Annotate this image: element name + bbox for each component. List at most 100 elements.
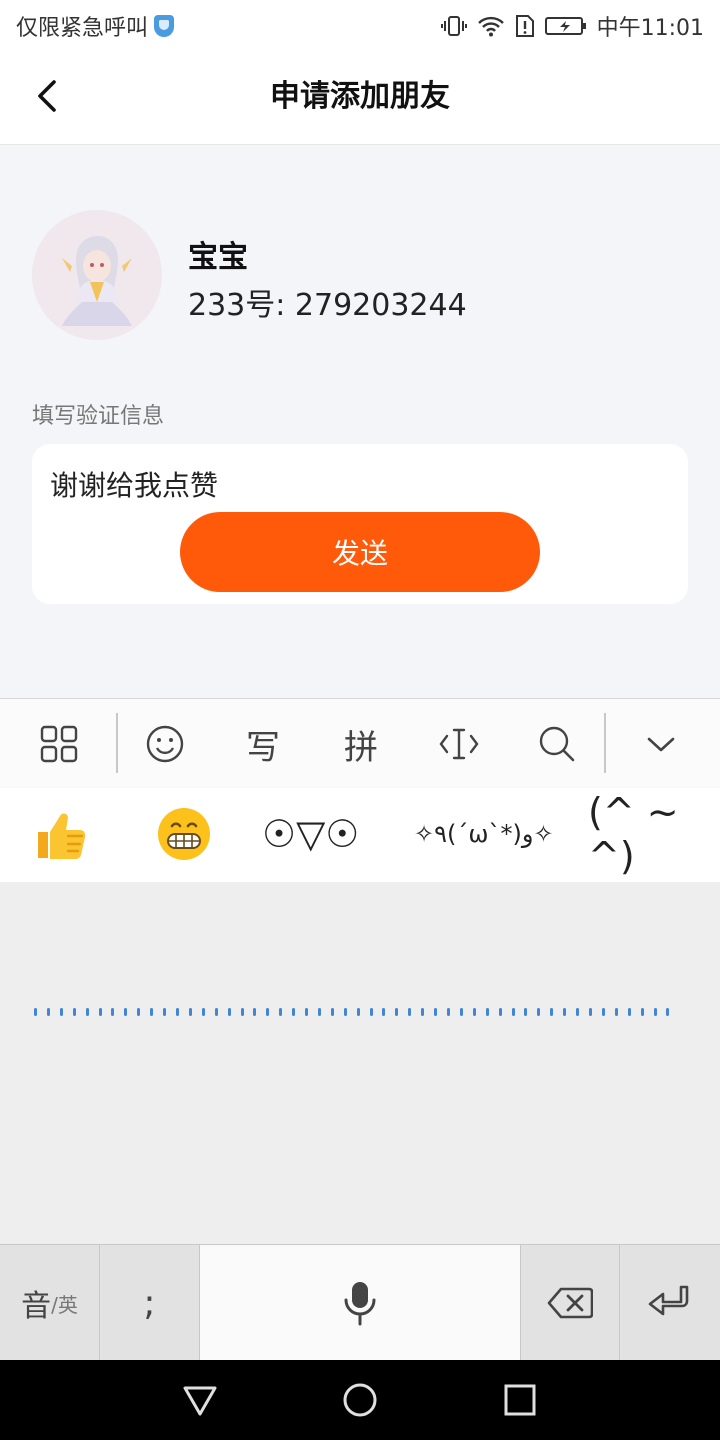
lang-main-label: 音 <box>21 1289 52 1324</box>
guide-dot <box>511 1008 515 1016</box>
guide-dot <box>614 1008 618 1016</box>
friend-account-id: 233号: 279203244 <box>188 288 467 323</box>
suggestion-grin-emoji[interactable] <box>156 806 212 862</box>
guide-dot <box>292 1008 296 1016</box>
emoji-button[interactable] <box>140 719 190 769</box>
guide-dot <box>188 1008 192 1016</box>
send-button[interactable]: 发送 <box>180 512 540 592</box>
guide-dot <box>524 1008 528 1016</box>
guide-dot <box>369 1008 373 1016</box>
guide-dot <box>46 1008 50 1016</box>
avatar[interactable] <box>32 210 162 340</box>
voice-input-key[interactable] <box>200 1245 521 1361</box>
guide-dot <box>343 1008 347 1016</box>
guide-dot <box>666 1008 670 1016</box>
guide-dot <box>356 1008 360 1016</box>
handwriting-area[interactable] <box>0 882 720 1244</box>
status-left: 仅限紧急呼叫 <box>16 10 175 42</box>
backspace-key[interactable] <box>520 1245 620 1361</box>
guide-dot <box>124 1008 128 1016</box>
wifi-icon <box>477 16 504 37</box>
guide-dot <box>150 1008 154 1016</box>
guide-dot <box>163 1008 167 1016</box>
nav-home-button[interactable] <box>342 1382 378 1418</box>
triangle-back-icon <box>183 1386 217 1416</box>
handwriting-button[interactable]: 写 <box>238 719 288 769</box>
search-button[interactable] <box>532 719 582 769</box>
hide-keyboard-button[interactable] <box>636 719 686 769</box>
suggestion-kaomoji-3[interactable]: (^ ~ ^) <box>588 790 720 878</box>
guide-dot <box>447 1008 450 1016</box>
circle-home-icon <box>343 1383 377 1417</box>
suggestion-kaomoji-2[interactable]: ✧٩(ˊωˋ*)و✧ <box>414 806 554 862</box>
verify-label: 填写验证信息 <box>32 404 165 429</box>
guide-dot <box>537 1008 541 1016</box>
keyboard-bottom-row: 音/英 ; <box>0 1244 720 1361</box>
system-nav-bar <box>0 1360 720 1440</box>
guide-dot <box>653 1008 657 1016</box>
guide-dot <box>601 1008 605 1016</box>
guide-dot <box>576 1008 580 1016</box>
keyboard-toolbar: 写 拼 <box>0 698 720 790</box>
vibrate-icon <box>440 16 467 36</box>
status-time: 中午11:01 <box>596 16 704 41</box>
guide-dot <box>201 1008 205 1016</box>
smiley-icon <box>146 725 184 763</box>
guide-dot <box>330 1008 334 1016</box>
toolbar-divider <box>604 713 606 773</box>
enter-key[interactable] <box>620 1245 720 1361</box>
guide-dot <box>72 1008 76 1016</box>
verify-message-input[interactable]: 谢谢给我点赞 <box>50 464 218 504</box>
sim-alert-icon <box>515 15 534 37</box>
friend-name: 宝宝 <box>188 240 248 275</box>
backspace-icon <box>547 1287 593 1319</box>
guide-dot <box>485 1008 489 1016</box>
guide-dot <box>640 1008 644 1016</box>
search-icon <box>539 726 575 762</box>
suggestion-kaomoji-1[interactable]: ☉▽☉ <box>262 806 359 862</box>
guide-dot <box>98 1008 102 1016</box>
guide-dot <box>266 1008 270 1016</box>
grinning-face-icon <box>158 808 210 860</box>
nav-back-button[interactable] <box>182 1382 218 1418</box>
handwriting-guide-line <box>34 1008 670 1016</box>
status-bar: 仅限紧急呼叫 中午11:01 <box>0 0 720 50</box>
emergency-call-text: 仅限紧急呼叫 <box>16 16 149 41</box>
square-recents-icon <box>504 1384 536 1416</box>
guide-dot <box>240 1008 244 1016</box>
language-switch-key[interactable]: 音/英 <box>0 1245 100 1361</box>
lang-sub-label: /英 <box>51 1292 78 1317</box>
pinyin-button[interactable]: 拼 <box>336 719 386 769</box>
cursor-edit-button[interactable] <box>434 719 484 769</box>
suggestion-thumbs-up[interactable] <box>32 806 88 862</box>
guide-dot <box>137 1008 141 1016</box>
suggestion-bar: ☉▽☉ ✧٩(ˊωˋ*)و✧ (^ ~ ^) <box>0 788 720 882</box>
guide-dot <box>588 1008 592 1016</box>
guide-dot <box>498 1008 502 1016</box>
guide-dot <box>175 1008 179 1016</box>
guide-dot <box>305 1008 309 1016</box>
back-button[interactable] <box>32 78 62 114</box>
guide-dot <box>85 1008 89 1016</box>
chevron-down-icon <box>647 737 675 752</box>
guide-dot <box>472 1008 476 1016</box>
guide-dot <box>34 1008 37 1016</box>
text-cursor-icon <box>439 728 479 760</box>
battery-charging-icon <box>544 17 586 35</box>
nav-recents-button[interactable] <box>504 1384 536 1416</box>
toolbar-divider <box>116 713 118 773</box>
guide-dot <box>459 1008 463 1016</box>
guide-dot <box>382 1008 386 1016</box>
verify-card: 谢谢给我点赞 发送 <box>32 444 688 604</box>
guide-dot <box>408 1008 412 1016</box>
avatar-illustration <box>32 210 162 340</box>
guide-dot <box>550 1008 554 1016</box>
guide-dot <box>111 1008 115 1016</box>
guide-dot <box>317 1008 321 1016</box>
enter-icon <box>648 1285 689 1316</box>
guide-dot <box>627 1008 631 1016</box>
apps-grid-button[interactable] <box>34 719 84 769</box>
guide-dot <box>227 1008 231 1016</box>
semicolon-key[interactable]: ; <box>100 1245 200 1361</box>
guide-dot <box>214 1008 218 1016</box>
